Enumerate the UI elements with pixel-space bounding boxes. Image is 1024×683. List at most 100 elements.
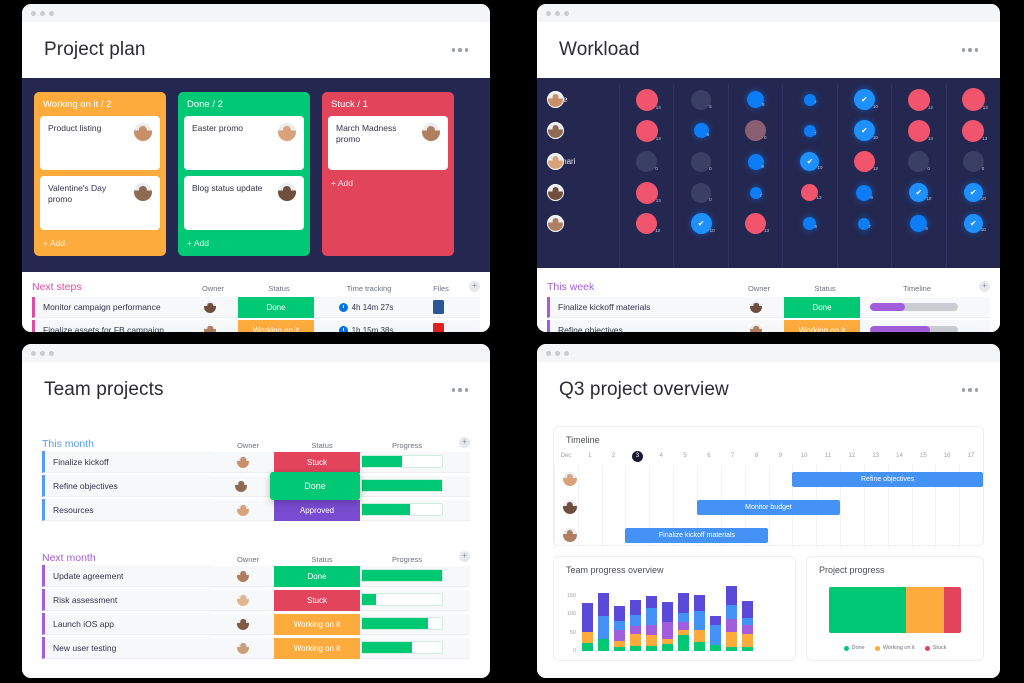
owner-cell[interactable]: [182, 297, 238, 318]
workload-cell[interactable]: ✔ 10: [947, 208, 1000, 239]
progress-segment-done[interactable]: [829, 587, 906, 633]
files-cell[interactable]: [418, 297, 458, 318]
workload-cell[interactable]: 9: [892, 208, 945, 239]
status-cell[interactable]: Working on it: [238, 320, 314, 332]
progress-cell[interactable]: [360, 499, 444, 521]
workload-cell[interactable]: 8: [729, 84, 782, 115]
workload-cell[interactable]: 0: [729, 115, 782, 146]
workload-cell[interactable]: ✔ 10: [947, 177, 1000, 208]
status-cell[interactable]: Working on it: [274, 637, 360, 659]
progress-segment-working-on-it[interactable]: [905, 587, 944, 633]
workload-cell[interactable]: 13: [947, 115, 1000, 146]
progress-cell[interactable]: [360, 451, 444, 473]
workload-cell[interactable]: 8: [729, 146, 782, 177]
workload-cell[interactable]: 12: [892, 84, 945, 115]
workload-cell[interactable]: ✔ 10: [838, 84, 891, 115]
time-tracking-cell[interactable]: 4h 14m 27s: [314, 297, 418, 318]
progress-segment-stuck[interactable]: [943, 587, 961, 633]
kanban-card[interactable]: Easter promo: [184, 116, 304, 170]
workload-cell[interactable]: 0: [947, 146, 1000, 177]
owner-cell[interactable]: [212, 499, 274, 521]
workload-cell[interactable]: 13: [783, 177, 836, 208]
bar-1[interactable]: [582, 603, 593, 651]
workload-cell[interactable]: 13: [620, 177, 673, 208]
progress-cell[interactable]: [360, 613, 444, 635]
timeline-cell[interactable]: [860, 320, 968, 332]
gantt-bar[interactable]: Monitor budget: [696, 499, 840, 515]
workload-cell[interactable]: 7: [729, 177, 782, 208]
time-tracking-cell[interactable]: 1h 15m 38s: [314, 320, 418, 332]
status-cell[interactable]: Stuck: [274, 451, 360, 473]
bar-3[interactable]: [614, 605, 625, 651]
add-column-button[interactable]: +: [469, 281, 480, 292]
bar-11[interactable]: [742, 601, 753, 651]
bar-5[interactable]: [646, 596, 657, 651]
owner-cell[interactable]: [182, 320, 238, 332]
bar-4[interactable]: [630, 600, 641, 651]
workload-cell[interactable]: 5: [674, 84, 727, 115]
kanban-card[interactable]: Blog status update: [184, 176, 304, 230]
kanban-card[interactable]: March Madness promo: [328, 116, 448, 170]
workload-cell[interactable]: 7: [783, 115, 836, 146]
status-cell[interactable]: Stuck: [274, 589, 360, 611]
owner-cell[interactable]: [728, 297, 784, 318]
workload-cell[interactable]: ✔ 10: [783, 146, 836, 177]
workload-cell[interactable]: 13: [947, 84, 1000, 115]
workload-cell[interactable]: 13: [620, 84, 673, 115]
workload-cell[interactable]: ✔ 10: [674, 208, 727, 239]
owner-cell[interactable]: [212, 451, 274, 473]
workload-cell[interactable]: 7: [783, 84, 836, 115]
workload-cell[interactable]: 0: [674, 177, 727, 208]
status-cell[interactable]: Done: [784, 297, 860, 318]
workload-cell[interactable]: 13: [729, 208, 782, 239]
owner-cell[interactable]: [210, 475, 272, 497]
status-cell[interactable]: Done: [274, 565, 360, 587]
workload-cell[interactable]: 9: [838, 177, 891, 208]
progress-cell[interactable]: [360, 589, 444, 611]
workload-cell[interactable]: 8: [783, 208, 836, 239]
gantt-bar[interactable]: Refine objectives: [792, 471, 983, 487]
kanban-add-button[interactable]: + Add: [328, 176, 448, 190]
workload-cell[interactable]: 13: [892, 115, 945, 146]
status-cell[interactable]: Done: [238, 297, 314, 318]
workload-cell[interactable]: ✔ 10: [838, 115, 891, 146]
status-cell[interactable]: Done: [270, 472, 360, 500]
bar-2[interactable]: [598, 593, 609, 651]
bar-10[interactable]: [726, 585, 737, 651]
gantt-bar[interactable]: Finalize kickoff materials: [625, 527, 769, 543]
add-column-button[interactable]: +: [979, 281, 990, 292]
owner-cell[interactable]: [212, 613, 274, 635]
bar-6[interactable]: [662, 601, 673, 651]
bar-9[interactable]: [710, 615, 721, 651]
add-column-button[interactable]: +: [459, 437, 470, 448]
bar-7[interactable]: [678, 593, 689, 651]
kanban-add-button[interactable]: + Add: [184, 236, 304, 250]
workload-cell[interactable]: 6: [674, 115, 727, 146]
progress-cell[interactable]: [360, 475, 444, 497]
owner-cell[interactable]: [212, 637, 274, 659]
owner-cell[interactable]: [212, 589, 274, 611]
status-cell[interactable]: Working on it: [784, 320, 860, 332]
workload-cell[interactable]: 0: [620, 146, 673, 177]
kanban-card[interactable]: Valentine's Day promo: [40, 176, 160, 230]
workload-cell[interactable]: 13: [620, 115, 673, 146]
timeline-cell[interactable]: [860, 297, 968, 318]
workload-cell[interactable]: 0: [892, 146, 945, 177]
more-options-icon[interactable]: [451, 48, 468, 52]
bar-8[interactable]: [694, 595, 705, 651]
workload-cell[interactable]: 13: [838, 146, 891, 177]
more-options-icon[interactable]: [961, 388, 978, 392]
workload-cell[interactable]: 12: [620, 208, 673, 239]
status-cell[interactable]: Working on it: [274, 613, 360, 635]
workload-cell[interactable]: 7: [838, 208, 891, 239]
progress-cell[interactable]: [360, 637, 444, 659]
more-options-icon[interactable]: [961, 48, 978, 52]
workload-cell[interactable]: 0: [674, 146, 727, 177]
more-options-icon[interactable]: [451, 388, 468, 392]
workload-cell[interactable]: ✔ 10: [892, 177, 945, 208]
kanban-card[interactable]: Product listing: [40, 116, 160, 170]
progress-cell[interactable]: [360, 565, 444, 587]
owner-cell[interactable]: [728, 320, 784, 332]
status-cell[interactable]: Approved: [274, 499, 360, 521]
owner-cell[interactable]: [212, 565, 274, 587]
